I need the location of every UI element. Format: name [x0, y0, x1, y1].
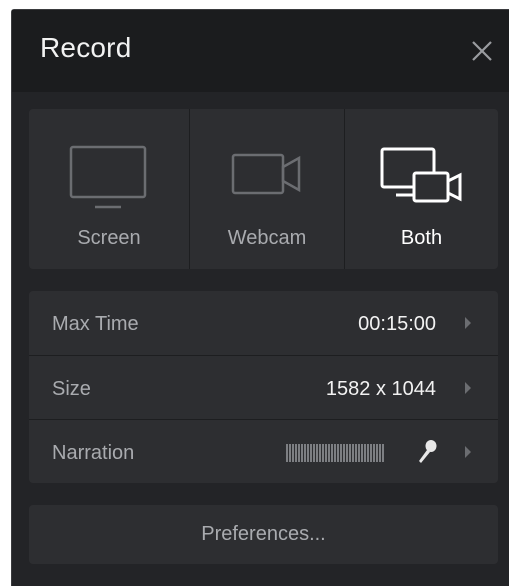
panel-title: Record	[40, 32, 132, 63]
monitor-icon	[69, 145, 149, 216]
webcam-icon	[231, 145, 303, 210]
chevron-right-icon	[464, 316, 472, 330]
max-time-label: Max Time	[52, 313, 139, 335]
screen-mode-label: Screen	[77, 227, 141, 249]
chevron-right-icon	[464, 445, 472, 459]
both-mode-button[interactable]: Both	[344, 109, 498, 269]
webcam-mode-button[interactable]: Webcam	[189, 109, 344, 269]
narration-row[interactable]: Narration	[29, 419, 498, 483]
preferences-button[interactable]: Preferences...	[29, 505, 498, 564]
close-button[interactable]	[469, 38, 495, 64]
screen-mode-button[interactable]: Screen	[29, 109, 189, 269]
audio-level-meter	[286, 444, 384, 462]
microphone-icon[interactable]	[416, 439, 438, 465]
capture-mode-selector: Screen Webcam Both	[29, 109, 498, 269]
chevron-right-icon	[464, 381, 472, 395]
monitor-webcam-icon	[376, 145, 468, 216]
max-time-row[interactable]: Max Time 00:15:00	[29, 291, 498, 355]
size-row[interactable]: Size 1582 x 1044	[29, 355, 498, 419]
narration-label: Narration	[52, 442, 135, 464]
size-value: 1582 x 1044	[325, 378, 436, 400]
settings-list: Max Time 00:15:00 Size 1582 x 1044 Narra…	[29, 291, 498, 483]
max-time-value: 00:15:00	[358, 313, 436, 335]
title-bar: Record	[12, 10, 509, 92]
both-mode-label: Both	[400, 227, 443, 249]
webcam-mode-label: Webcam	[227, 227, 307, 249]
record-panel: Record Screen Webcam Both Max Time 00:15…	[11, 9, 509, 586]
close-icon	[472, 41, 492, 61]
size-label: Size	[52, 378, 91, 400]
